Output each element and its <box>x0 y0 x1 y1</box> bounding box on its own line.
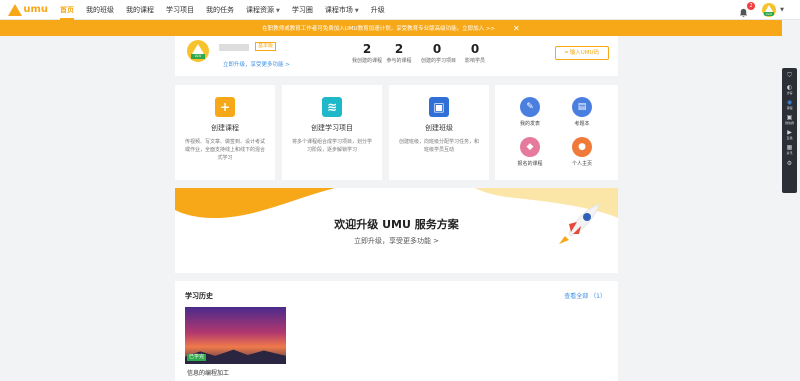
upgrade-promo-banner[interactable]: 欢迎升级 UMU 服务方案 立即升级，享受更多功能 > <box>175 188 618 273</box>
nav-my-classes[interactable]: 我的班级 <box>80 0 120 20</box>
history-course-card[interactable]: 已学完 信息的编程加工 <box>185 307 286 381</box>
nav-learning-circle[interactable]: 学习圈 <box>286 0 319 20</box>
learning-history-section: 学习历史 查看全部 （1） 已学完 信息的编程加工 <box>175 281 618 381</box>
chevron-down-icon: ▼ <box>276 7 280 14</box>
course-icon: ◉ <box>786 99 793 106</box>
notification-bell[interactable]: 2 <box>738 2 756 18</box>
visitor-icon: ◐ <box>786 84 793 91</box>
main-nav: 首页 我的班级 我的课程 学习项目 我的任务 课程资源 ▼ 学习圈 课程市场 ▼ 升… <box>54 0 391 20</box>
class-icon: ▣ <box>429 97 449 117</box>
sidebar-wechat-group[interactable]: ▣ 微信群 <box>782 114 797 125</box>
shortcut-enrolled-courses[interactable]: ◆ 报名的课程 <box>505 137 555 167</box>
stat-joined-courses[interactable]: 2 参与的课程 <box>383 42 415 64</box>
completed-tag: 已学完 <box>187 354 207 361</box>
notice-text[interactable]: 在职教师或教育工作者可免费加入UMU教育加速计划，享受教育专业版高级功能。立即加… <box>262 24 495 32</box>
enter-umu-code-button[interactable]: ⌗ 输入UMU码 <box>555 46 609 60</box>
profile-card: LV.0 基本版 立即升级，享受更多功能 > 2 我创建的课程 2 参与的课程 … <box>175 36 618 76</box>
live-icon: ▶ <box>787 129 792 136</box>
level-tag: LV.0 <box>191 54 205 59</box>
sidebar-shield[interactable]: ⛉ <box>782 72 797 79</box>
publish-icon: ✎ <box>520 97 540 117</box>
username-redacted <box>219 44 249 51</box>
promo-title: 欢迎升级 UMU 服务方案 <box>334 218 459 231</box>
upgrade-link[interactable]: 立即升级，享受更多功能 > <box>223 60 290 68</box>
nav-my-tasks[interactable]: 我的任务 <box>200 0 240 20</box>
nav-my-courses[interactable]: 我的课程 <box>120 0 160 20</box>
question-book-icon: ▤ <box>572 97 592 117</box>
create-course-card[interactable]: + 创建课程 传视频、写文章、做签到、设计考试或作业，全面支持线上和线下的混合式… <box>175 85 275 180</box>
top-navbar: umu 首页 我的班级 我的课程 学习项目 我的任务 课程资源 ▼ 学习圈 课程市… <box>0 0 800 20</box>
promo-subtitle[interactable]: 立即升级，享受更多功能 > <box>175 236 618 246</box>
layers-icon: ≋ <box>322 97 342 117</box>
view-all-link[interactable]: 查看全部 （1） <box>564 291 606 300</box>
nav-course-resources[interactable]: 课程资源 ▼ <box>240 0 286 20</box>
notification-badge: 2 <box>747 2 756 10</box>
nav-home[interactable]: 首页 <box>54 0 80 20</box>
bell-icon <box>739 8 748 18</box>
history-title: 学习历史 <box>185 292 213 300</box>
sidebar-course[interactable]: ◉ 课程 <box>782 99 797 110</box>
course-name: 信息的编程加工 <box>187 370 230 377</box>
close-icon[interactable]: ✕ <box>513 24 520 33</box>
sidebar-visitor[interactable]: ◐ 访客 <box>782 84 797 95</box>
stat-influenced-learners[interactable]: 0 影响学员 <box>459 42 491 64</box>
course-thumbnail: 已学完 <box>185 307 286 364</box>
floating-sidebar: ⛉ ◐ 访客 ◉ 课程 ▣ 微信群 ▶ 直播 ▦ 资讯 ⚙ <box>782 68 797 193</box>
enrolled-icon: ◆ <box>520 137 540 157</box>
chevron-down-icon: ▼ <box>354 7 359 14</box>
settings-icon: ⚙ <box>786 160 793 167</box>
shortcut-profile-page[interactable]: ● 个人主页 <box>557 137 607 167</box>
nav-upgrade[interactable]: 升级 <box>365 0 391 20</box>
sidebar-settings[interactable]: ⚙ <box>782 160 797 167</box>
logo-text: umu <box>23 4 48 15</box>
wechat-group-icon: ▣ <box>786 114 793 121</box>
stat-learning-projects[interactable]: 0 创建的学习项目 <box>421 42 456 64</box>
shortcut-question-book[interactable]: ▤ 考题本 <box>557 97 607 127</box>
profile-stats: 2 我创建的课程 2 参与的课程 0 创建的学习项目 0 影响学员 <box>351 42 491 64</box>
umu-logo-icon <box>8 3 23 16</box>
plan-badge: 基本版 <box>255 42 277 51</box>
create-class-card[interactable]: ▣ 创建班级 创建班级，向班级分配学习任务，和班级学员互动 <box>389 85 489 180</box>
profile-icon: ● <box>572 137 592 157</box>
sidebar-news[interactable]: ▦ 资讯 <box>782 144 797 155</box>
create-learning-project-card[interactable]: ≋ 创建学习项目 将多个课程组合成学习项目，划分学习阶段，逐步解锁学习 <box>282 85 382 180</box>
umu-logo[interactable]: umu <box>8 3 48 16</box>
code-icon: ⌗ <box>564 50 568 56</box>
profile-avatar[interactable]: LV.0 <box>187 40 209 62</box>
notice-banner: 在职教师或教育工作者可免费加入UMU教育加速计划，享受教育专业版高级功能。立即加… <box>0 20 782 36</box>
shield-icon: ⛉ <box>787 72 792 79</box>
shortcuts-card: ✎ 我的发表 ▤ 考题本 ◆ 报名的课程 ● 个人主页 <box>495 85 618 180</box>
plus-icon: + <box>215 97 235 117</box>
chevron-down-icon[interactable]: ▼ <box>780 7 784 13</box>
shortcut-my-posts[interactable]: ✎ 我的发表 <box>505 97 555 127</box>
rocket-icon <box>559 203 600 244</box>
sidebar-live[interactable]: ▶ 直播 <box>782 129 797 140</box>
level-tag: LV.0 <box>764 12 775 16</box>
user-avatar[interactable]: LV.0 <box>762 3 777 17</box>
stat-created-courses[interactable]: 2 我创建的课程 <box>351 42 383 64</box>
nav-course-market[interactable]: 课程市场 ▼ <box>319 0 365 20</box>
news-icon: ▦ <box>786 144 793 151</box>
top-right-tools: 2 LV.0 ▼ <box>738 0 784 20</box>
nav-learning-projects[interactable]: 学习项目 <box>160 0 200 20</box>
